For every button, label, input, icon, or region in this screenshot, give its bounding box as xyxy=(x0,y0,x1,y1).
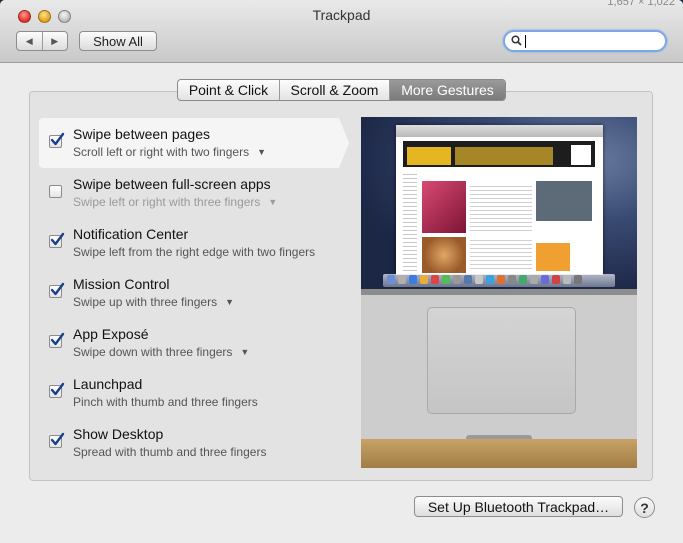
preview-photo xyxy=(422,181,466,233)
gesture-row-swipe-pages[interactable]: Swipe between pages Scroll left or right… xyxy=(39,118,349,168)
show-desktop-checkbox[interactable] xyxy=(49,432,65,448)
gesture-subtitle: Spread with thumb and three fingers xyxy=(73,445,267,459)
gesture-subtitle: Swipe left from the right edge with two … xyxy=(73,245,316,259)
back-button[interactable]: ◀ xyxy=(17,32,42,50)
preview-site-header xyxy=(403,141,595,167)
gesture-title: Swipe between full-screen apps xyxy=(73,176,271,192)
trackpad-window: Trackpad 1,657 × 1,022 ◀ ▶ Show All Poin… xyxy=(0,0,683,543)
preview-ad xyxy=(536,181,592,221)
app-expose-checkbox[interactable] xyxy=(49,332,65,348)
tab-bar: Point & Click Scroll & Zoom More Gesture… xyxy=(177,79,506,101)
notification-center-checkbox[interactable] xyxy=(49,232,65,248)
tab-scroll-zoom[interactable]: Scroll & Zoom xyxy=(279,80,389,100)
gesture-row-mission-control[interactable]: Mission Control Swipe up with three fing… xyxy=(39,268,339,318)
gesture-subtitle-menu[interactable]: Swipe down with three fingers ▼ xyxy=(73,345,249,359)
checkmark-icon xyxy=(50,382,65,396)
back-arrow-icon: ◀ xyxy=(25,35,33,46)
search-icon xyxy=(511,35,522,46)
gesture-preview-illustration xyxy=(361,117,637,468)
preview-ad xyxy=(536,243,570,271)
search-field[interactable] xyxy=(503,30,667,52)
checkmark-icon xyxy=(50,432,65,446)
show-all-button[interactable]: Show All xyxy=(79,31,157,51)
checkmark-icon xyxy=(50,332,65,346)
checkmark-icon xyxy=(50,232,65,246)
dropdown-arrow-icon: ▼ xyxy=(268,197,278,207)
gesture-subtitle-menu[interactable]: Scroll left or right with two fingers ▼ xyxy=(73,145,266,159)
gesture-subtitle: Pinch with thumb and three fingers xyxy=(73,395,258,409)
gesture-row-launchpad[interactable]: Launchpad Pinch with thumb and three fin… xyxy=(39,368,339,418)
gesture-title: Launchpad xyxy=(73,376,143,392)
gesture-title: Swipe between pages xyxy=(73,126,210,142)
launchpad-checkbox[interactable] xyxy=(49,382,65,398)
preview-browser-toolbar xyxy=(396,125,603,137)
nav-button-group: ◀ ▶ xyxy=(16,31,68,51)
checkmark-icon xyxy=(50,132,65,146)
text-caret xyxy=(525,35,526,48)
help-button[interactable]: ? xyxy=(634,497,655,518)
mission-control-checkbox[interactable] xyxy=(49,282,65,298)
gesture-subtitle-menu[interactable]: Swipe up with three fingers ▼ xyxy=(73,295,234,309)
gesture-row-show-desktop[interactable]: Show Desktop Spread with thumb and three… xyxy=(39,418,339,468)
tab-more-gestures[interactable]: More Gestures xyxy=(389,80,505,100)
preview-screen xyxy=(361,117,637,289)
preview-trackpad xyxy=(427,307,576,414)
gesture-row-app-expose[interactable]: App Exposé Swipe down with three fingers… xyxy=(39,318,339,368)
dropdown-arrow-icon: ▼ xyxy=(257,147,266,157)
tab-point-click[interactable]: Point & Click xyxy=(178,80,279,100)
dropdown-arrow-icon: ▼ xyxy=(225,297,234,307)
preview-dock xyxy=(383,274,615,287)
preview-laptop-bezel xyxy=(361,289,637,295)
gesture-title: Mission Control xyxy=(73,276,170,292)
gesture-title: Notification Center xyxy=(73,226,189,242)
full-screen-apps-checkbox[interactable] xyxy=(49,185,62,198)
checkmark-icon xyxy=(50,282,65,296)
gesture-subtitle-menu[interactable]: Swipe left or right with three fingers ▼ xyxy=(73,195,277,209)
gesture-row-notification-center[interactable]: Notification Center Swipe left from the … xyxy=(39,218,339,268)
setup-bluetooth-trackpad-button[interactable]: Set Up Bluetooth Trackpad… xyxy=(414,496,623,517)
dropdown-arrow-icon: ▼ xyxy=(240,347,250,357)
forward-button[interactable]: ▶ xyxy=(41,32,68,50)
gesture-row-full-screen-apps[interactable]: Swipe between full-screen apps Swipe lef… xyxy=(39,168,339,218)
title-bar: Trackpad 1,657 × 1,022 ◀ ▶ Show All xyxy=(0,0,683,63)
preview-browser-window xyxy=(396,125,603,275)
forward-arrow-icon: ▶ xyxy=(51,35,59,46)
preview-photo xyxy=(422,237,466,273)
swipe-pages-checkbox[interactable] xyxy=(49,132,65,148)
gesture-title: App Exposé xyxy=(73,326,149,342)
gesture-title: Show Desktop xyxy=(73,426,164,442)
preview-table-surface xyxy=(361,439,637,468)
corner-dimension-text: 1,657 × 1,022 xyxy=(607,0,675,8)
window-title: Trackpad xyxy=(312,7,371,23)
